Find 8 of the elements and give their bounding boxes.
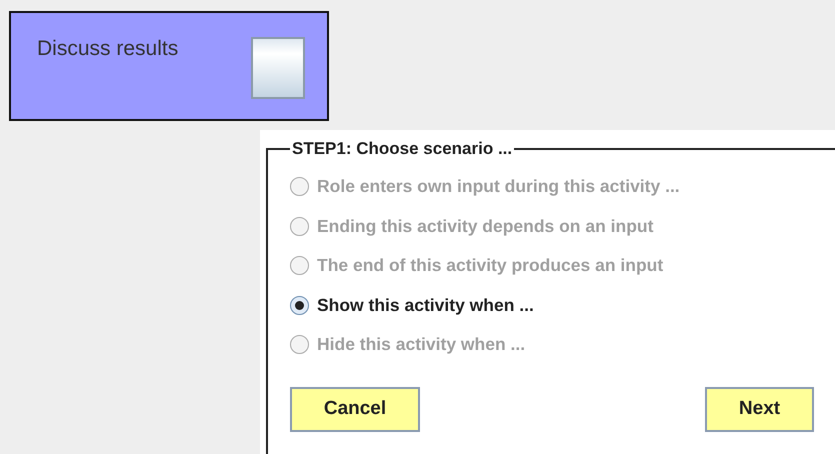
activity-title: Discuss results — [37, 37, 178, 61]
cancel-button[interactable]: Cancel — [290, 386, 420, 432]
group-title: STEP1: Choose scenario ... — [291, 139, 514, 159]
next-button[interactable]: Next — [705, 386, 814, 432]
radio-icon[interactable] — [290, 296, 309, 315]
radio-option[interactable]: Show this activity when ... — [290, 286, 835, 325]
activity-icon — [251, 37, 305, 99]
activity-node[interactable]: Discuss results — [9, 11, 329, 121]
